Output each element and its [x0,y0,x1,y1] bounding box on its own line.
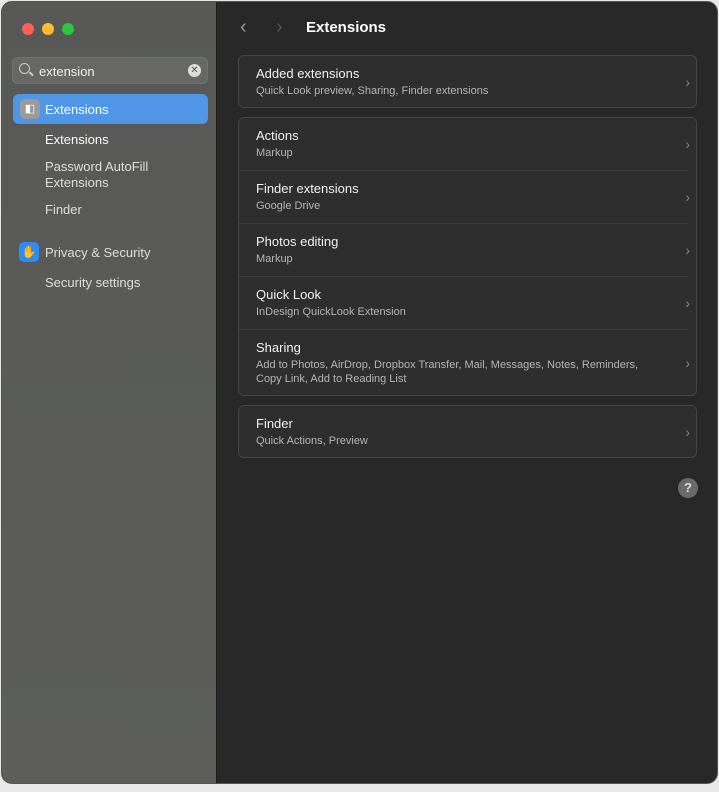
settings-group: Actions Markup › Finder extensions Google Dr… [238,117,697,396]
chevron-right-icon: › [685,189,690,205]
chevron-right-icon: › [685,73,690,90]
row-title: Quick Look [256,287,322,302]
list-row[interactable]: Finder Quick Actions, Preview › [239,406,690,457]
settings-window: extension ✕ ◧ Extensions Extensions Pass… [1,1,718,784]
sidebar-subitem-password-autofill[interactable]: Password AutoFill Extensions [45,159,175,191]
sidebar-subitem-finder[interactable]: Finder [45,202,82,217]
sidebar-item-privacy-security[interactable]: Privacy & Security [45,245,150,260]
row-subtitle: Quick Look preview, Sharing, Finder exte… [256,85,489,97]
row-subtitle: InDesign QuickLook Extension [256,306,406,318]
search-icon [19,63,30,74]
zoom-button[interactable] [62,23,74,35]
row-title: Photos editing [256,234,339,249]
hand-icon: ✋ [19,242,39,262]
search-input[interactable]: extension ✕ [12,57,208,84]
sidebar-subitem-extensions[interactable]: Extensions [45,132,109,147]
clear-search-icon[interactable]: ✕ [188,64,201,77]
puzzle-icon: ◧ [20,99,40,119]
list-row[interactable]: Sharing Add to Photos, AirDrop, Dropbox T… [239,330,690,395]
list-row[interactable]: Finder extensions Google Drive › [239,171,690,224]
search-value: extension [39,64,95,79]
sidebar-subitem-security-settings[interactable]: Security settings [45,275,140,290]
chevron-right-icon: › [685,354,690,371]
settings-group: Finder Quick Actions, Preview › [238,405,697,458]
row-subtitle: Add to Photos, AirDrop, Dropbox Transfer… [256,359,639,385]
row-subtitle: Markup [256,253,293,265]
label: Extensions [45,132,109,147]
help-button[interactable]: ? [678,478,698,498]
row-subtitle: Google Drive [256,200,321,212]
row-title: Added extensions [256,66,360,81]
row-title: Finder [256,416,293,431]
settings-group: Added extensions Quick Look preview, Shar… [238,55,697,108]
row-title: Sharing [256,340,301,355]
close-button[interactable] [22,23,34,35]
list-row[interactable]: Added extensions Quick Look preview, Shar… [239,56,690,107]
chevron-right-icon: › [685,295,690,311]
sidebar: extension ✕ ◧ Extensions Extensions Pass… [2,2,217,783]
sidebar-item-label: Extensions [45,102,109,117]
list-row[interactable]: Photos editing Markup › [239,224,690,277]
back-button[interactable]: ‹ [240,16,247,39]
list-row[interactable]: Actions Markup › [239,118,690,171]
minimize-button[interactable] [42,23,54,35]
list-row[interactable]: Quick Look InDesign QuickLook Extension › [239,277,690,330]
row-title: Finder extensions [256,181,359,196]
row-title: Actions [256,128,299,143]
chevron-right-icon: › [685,423,690,440]
row-subtitle: Quick Actions, Preview [256,435,368,447]
forward-button[interactable]: › [276,16,283,39]
chevron-right-icon: › [685,136,690,152]
chevron-right-icon: › [685,242,690,258]
row-subtitle: Markup [256,147,293,159]
sidebar-item-extensions[interactable]: ◧ Extensions [13,94,208,124]
page-title: Extensions [306,19,387,36]
